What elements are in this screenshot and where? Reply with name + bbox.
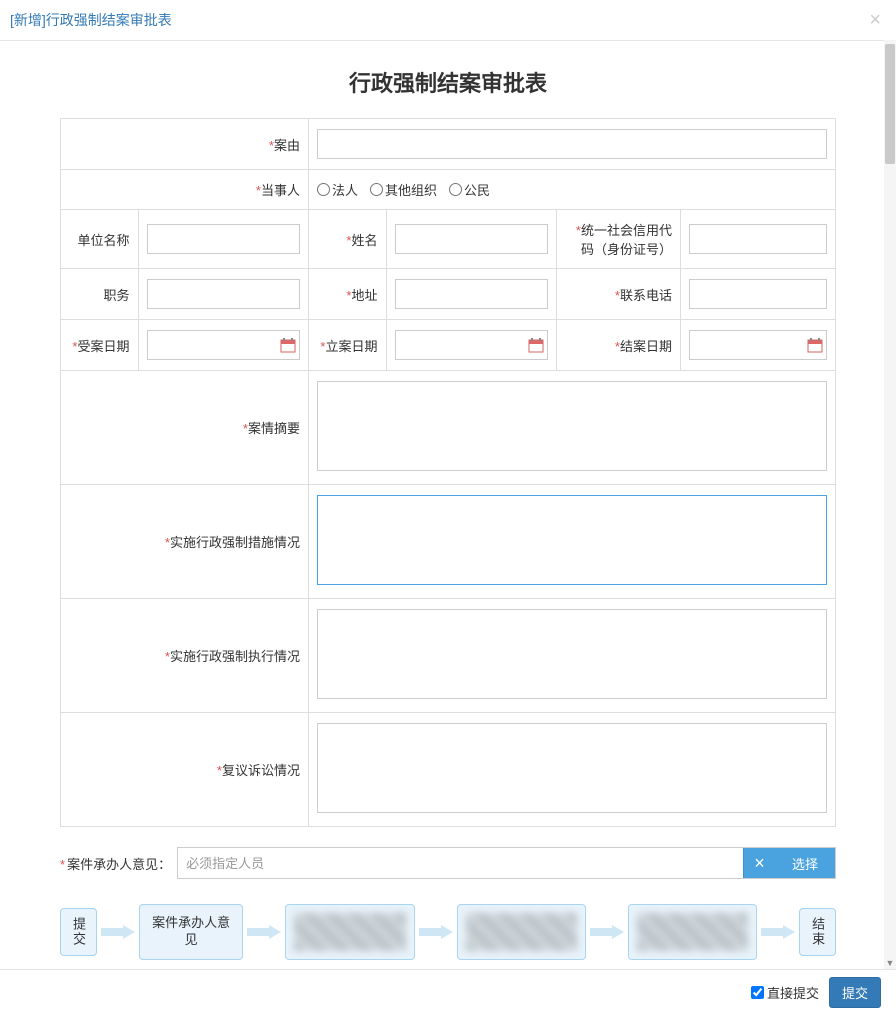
input-credit-code[interactable]	[689, 224, 827, 254]
close-icon[interactable]: ×	[869, 10, 881, 30]
label-accept-date: *受案日期	[61, 320, 139, 371]
label-phone: *联系电话	[557, 269, 681, 320]
modal-header: [新增]行政强制结案审批表 ×	[0, 0, 896, 41]
form-table: *案由 *当事人 法人 其他组织	[60, 118, 836, 827]
label-position: 职务	[61, 269, 139, 320]
label-review-situation: *复议诉讼情况	[61, 713, 309, 827]
textarea-review-situation[interactable]	[317, 723, 827, 813]
label-execute-situation: *实施行政强制执行情况	[61, 599, 309, 713]
opinion-row: *案件承办人意见： × 选择	[60, 847, 836, 879]
arrow-right-icon	[590, 922, 624, 942]
input-close-date[interactable]	[689, 330, 827, 360]
input-accept-date[interactable]	[147, 330, 301, 360]
modal-title: [新增]行政强制结案审批表	[10, 10, 172, 30]
input-address[interactable]	[395, 279, 549, 309]
textarea-measure-situation[interactable]	[317, 495, 827, 585]
scrollbar[interactable]: ▲ ▼	[884, 40, 896, 969]
label-credit-code: *统一社会信用代码（身份证号）	[557, 210, 681, 269]
workflow-node-opinion: 案件承办人意见	[139, 904, 243, 960]
input-phone[interactable]	[689, 279, 827, 309]
input-opinion-person[interactable]	[178, 848, 743, 878]
input-position[interactable]	[147, 279, 301, 309]
modal-footer: 直接提交 提交	[0, 969, 896, 1014]
submit-button[interactable]: 提交	[829, 977, 881, 1008]
label-close-date: *结案日期	[557, 320, 681, 371]
arrow-right-icon	[101, 922, 135, 942]
radio-citizen[interactable]: 公民	[449, 180, 490, 199]
label-reason: *案由	[61, 119, 309, 170]
workflow-node-redacted	[285, 904, 414, 960]
textarea-case-summary[interactable]	[317, 381, 827, 471]
input-file-date[interactable]	[395, 330, 549, 360]
textarea-execute-situation[interactable]	[317, 609, 827, 699]
label-case-summary: *案情摘要	[61, 371, 309, 485]
modal-body: 行政强制结案审批表 *案由 *当事人	[0, 41, 896, 971]
workflow-node-submit: 提交	[60, 908, 97, 956]
input-name[interactable]	[395, 224, 549, 254]
label-name: *姓名	[309, 210, 387, 269]
scroll-down-icon[interactable]: ▼	[884, 957, 896, 969]
input-reason[interactable]	[317, 129, 827, 159]
opinion-select-button[interactable]: 选择	[775, 848, 835, 878]
workflow-node-redacted	[457, 904, 586, 960]
label-file-date: *立案日期	[309, 320, 387, 371]
label-opinion: *案件承办人意见：	[60, 854, 171, 873]
opinion-clear-button[interactable]: ×	[743, 848, 775, 878]
checkbox-direct-submit[interactable]: 直接提交	[751, 983, 819, 1002]
radio-other-org[interactable]: 其他组织	[370, 180, 437, 199]
form-title: 行政强制结案审批表	[60, 51, 836, 118]
workflow: 提交 案件承办人意见 结束	[60, 904, 836, 960]
workflow-node-redacted	[628, 904, 757, 960]
radio-legal[interactable]: 法人	[317, 180, 358, 199]
workflow-node-end: 结束	[799, 908, 836, 956]
scrollbar-thumb[interactable]	[885, 44, 895, 164]
arrow-right-icon	[761, 922, 795, 942]
label-address: *地址	[309, 269, 387, 320]
input-unit-name[interactable]	[147, 224, 301, 254]
arrow-right-icon	[247, 922, 281, 942]
arrow-right-icon	[419, 922, 453, 942]
label-party: *当事人	[61, 170, 309, 210]
label-measure-situation: *实施行政强制措施情况	[61, 485, 309, 599]
label-unit-name: 单位名称	[61, 210, 139, 269]
